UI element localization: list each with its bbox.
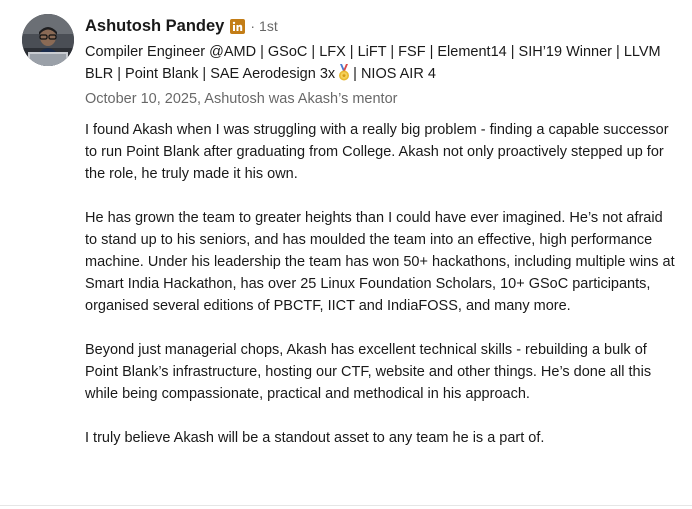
separator-dot: ·	[250, 18, 256, 34]
recommendation-paragraph: He has grown the team to greater heights…	[85, 210, 675, 314]
bottom-divider	[0, 505, 692, 506]
avatar[interactable]	[22, 14, 74, 66]
recommender-name[interactable]: Ashutosh Pandey	[85, 17, 224, 36]
recommendation-paragraph: Beyond just managerial chops, Akash has …	[85, 342, 652, 402]
recommender-headline: Compiler Engineer @AMD | GSoC | LFX | Li…	[85, 41, 675, 88]
headline-text-2: | NIOS AIR 4	[353, 66, 436, 82]
recommendation-date-relationship: October 10, 2025, Ashutosh was Akash’s m…	[85, 91, 398, 107]
recommendation-text: I found Akash when I was struggling with…	[85, 119, 677, 449]
recommendation-card: Ashutosh Pandey · 1st Compiler Engineer …	[0, 0, 692, 509]
connection-degree: 1st	[259, 18, 278, 34]
name-row: Ashutosh Pandey · 1st	[85, 14, 685, 38]
medal-icon	[336, 64, 352, 88]
avatar-photo	[22, 14, 74, 66]
recommendation-paragraph: I found Akash when I was struggling with…	[85, 122, 669, 182]
linkedin-premium-icon	[230, 18, 246, 34]
recommendation-header: Ashutosh Pandey · 1st Compiler Engineer …	[85, 14, 685, 110]
recommendation-paragraph: I truly believe Akash will be a standout…	[85, 430, 545, 446]
